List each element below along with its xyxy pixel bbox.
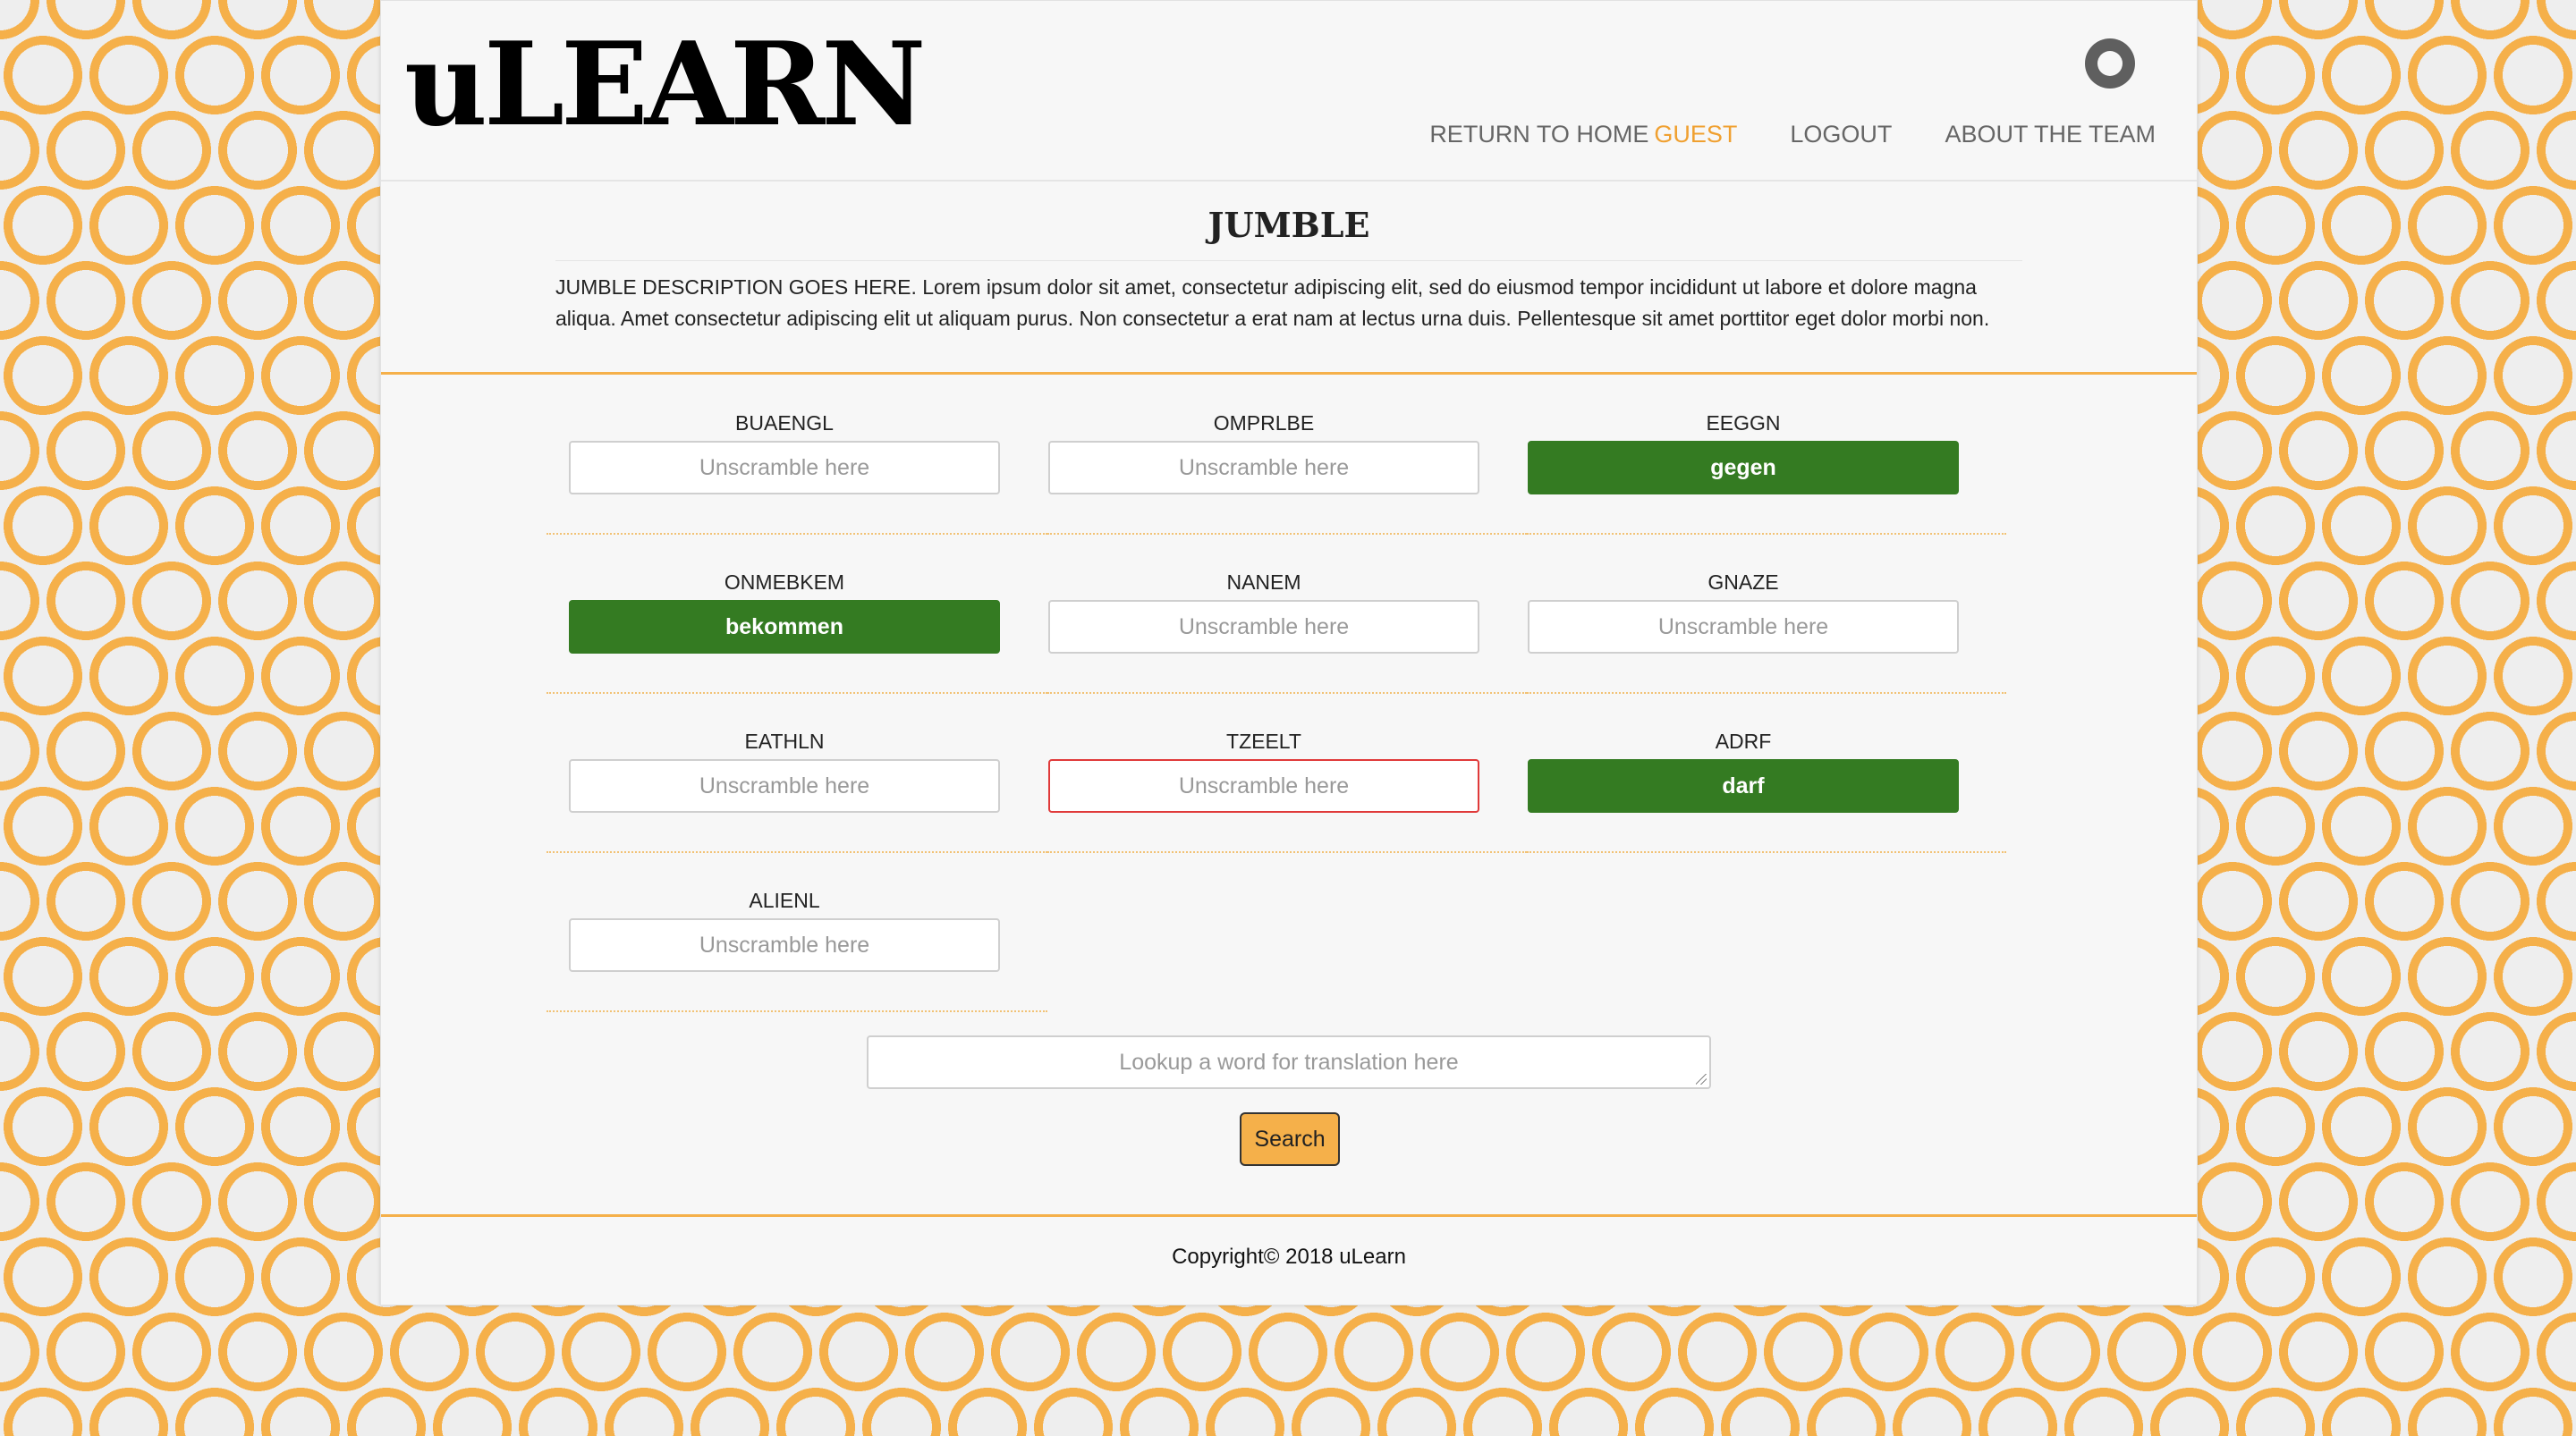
return-home-link[interactable]: RETURN TO HOME [1429, 121, 1648, 148]
row-divider [547, 1010, 1047, 1012]
row-divider [1527, 851, 2006, 853]
username: GUEST [1654, 121, 1737, 148]
main-panel: uLEARN RETURN TO HOME GUEST LOGOUT ABOUT … [380, 0, 2198, 1305]
page-title: JUMBLE [1208, 205, 1370, 245]
scrambled-word: GNAZE [1707, 570, 1779, 594]
jumble-item: EEGGN gegen [1528, 405, 1959, 494]
jumble-item: TZEELT Unscramble here [1048, 723, 1479, 813]
jumble-item: ONMEBKEM bekommen [569, 564, 1000, 654]
logo[interactable]: uLEARN [404, 28, 926, 142]
jumble-row: ONMEBKEM bekommen NANEM Unscramble here GNAZ… [547, 564, 2009, 723]
scrambled-word: TZEELT [1226, 730, 1301, 753]
scrambled-word: BUAENGL [735, 411, 834, 435]
scrambled-word: ADRF [1715, 730, 1772, 753]
jumble-item: OMPRLBE Unscramble here [1048, 405, 1479, 494]
logout-link[interactable]: LOGOUT [1790, 121, 1892, 148]
jumble-row: EATHLN Unscramble here TZEELT Unscramble he… [547, 723, 2009, 883]
jumble-item: ALIENL Unscramble here [569, 883, 1000, 972]
jumble-grid: BUAENGL Unscramble here OMPRLBE Unscramble … [547, 405, 2009, 1042]
row-divider [547, 692, 1047, 694]
row-divider [547, 533, 1047, 535]
row-divider [1527, 533, 2006, 535]
page-description: JUMBLE DESCRIPTION GOES HERE. Lorem ipsu… [555, 260, 2022, 334]
scrambled-word: NANEM [1226, 570, 1301, 594]
jumble-item: EATHLN Unscramble here [569, 723, 1000, 813]
unscramble-input[interactable]: bekommen [569, 600, 1000, 654]
scrambled-word: EATHLN [744, 730, 825, 753]
jumble-row: ALIENL Unscramble here [547, 883, 2009, 1042]
header: uLEARN RETURN TO HOME GUEST LOGOUT ABOUT … [381, 1, 2197, 182]
unscramble-input[interactable]: Unscramble here [569, 441, 1000, 494]
row-divider [1047, 692, 1527, 694]
github-icon[interactable] [2085, 38, 2135, 89]
jumble-row: BUAENGL Unscramble here OMPRLBE Unscramble … [547, 405, 2009, 564]
row-divider [1047, 851, 1527, 853]
unscramble-input[interactable]: darf [1528, 759, 1959, 813]
scrambled-word: ALIENL [749, 889, 820, 912]
unscramble-input[interactable]: Unscramble here [1528, 600, 1959, 654]
unscramble-input[interactable]: Unscramble here [1048, 759, 1479, 813]
unscramble-input[interactable]: gegen [1528, 441, 1959, 494]
jumble-item: NANEM Unscramble here [1048, 564, 1479, 654]
lookup-input[interactable]: Lookup a word for translation here [867, 1035, 1711, 1089]
row-divider [1527, 692, 2006, 694]
unscramble-input[interactable]: Unscramble here [569, 918, 1000, 972]
lookup-placeholder: Lookup a word for translation here [1119, 1050, 1459, 1075]
about-team-link[interactable]: ABOUT THE TEAM [1945, 121, 2156, 148]
resize-handle-icon[interactable] [1696, 1074, 1707, 1085]
search-button[interactable]: Search [1240, 1112, 1340, 1166]
unscramble-input[interactable]: Unscramble here [1048, 441, 1479, 494]
unscramble-input[interactable]: Unscramble here [1048, 600, 1479, 654]
top-nav: RETURN TO HOME GUEST LOGOUT ABOUT THE TEA… [1429, 121, 2156, 148]
jumble-item: ADRF darf [1528, 723, 1959, 813]
scrambled-word: EEGGN [1706, 411, 1781, 435]
row-divider [1047, 533, 1527, 535]
scrambled-word: ONMEBKEM [724, 570, 845, 594]
scrambled-word: OMPRLBE [1213, 411, 1315, 435]
row-divider [547, 851, 1047, 853]
jumble-item: BUAENGL Unscramble here [569, 405, 1000, 494]
unscramble-input[interactable]: Unscramble here [569, 759, 1000, 813]
jumble-item: GNAZE Unscramble here [1528, 564, 1959, 654]
divider [381, 372, 2197, 375]
footer-copyright: Copyright© 2018 uLearn [1172, 1245, 1406, 1269]
